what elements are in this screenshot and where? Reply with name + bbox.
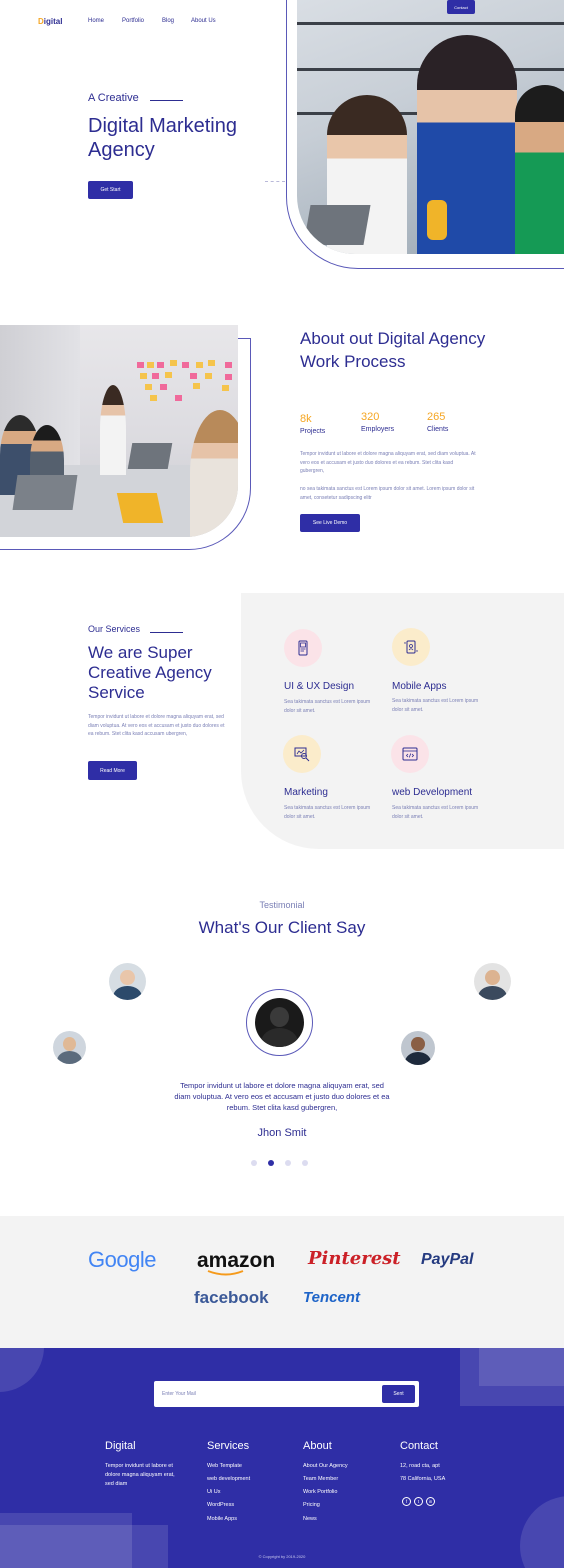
services-subtitle-line: [150, 632, 183, 633]
nav-link-portfolio[interactable]: Portfolio: [122, 18, 144, 24]
facebook-icon[interactable]: f: [402, 1497, 411, 1506]
mobile-ui-icon: [284, 629, 322, 667]
stat-clients-value: 265: [427, 411, 446, 423]
hero-subtitle-line: [150, 100, 183, 101]
client-avatar[interactable]: [401, 1031, 435, 1065]
send-button[interactable]: Sent: [382, 1385, 415, 1403]
logo[interactable]: Digital: [38, 17, 62, 26]
copyright: © Copyright by 2019-2020: [258, 1554, 306, 1559]
twitter-icon[interactable]: t: [414, 1497, 423, 1506]
carousel-dot[interactable]: [285, 1160, 291, 1166]
footer-link-work-portfolio[interactable]: Work Portfolio: [303, 1489, 337, 1495]
footer-contact-heading: Contact: [400, 1440, 438, 1452]
service-name-marketing: Marketing: [284, 787, 328, 798]
stat-projects-label: Projects: [300, 428, 326, 435]
services-subtitle: Our Services: [88, 624, 141, 634]
brand-logo-tencent: Tencent: [303, 1289, 360, 1306]
footer-link-mobile-apps[interactable]: Mobile Apps: [207, 1516, 237, 1522]
testimonial-subtitle: Testimonial: [259, 900, 305, 910]
brand-logos-section: [0, 1216, 564, 1348]
see-live-demo-button[interactable]: See Live Demo: [300, 514, 360, 532]
amazon-smile-icon: [207, 1270, 244, 1276]
contact-button[interactable]: Contact: [447, 0, 475, 14]
mobile-app-icon: [392, 628, 430, 666]
footer-digital-text: Tempor invidunt ut labore et dolore magn…: [105, 1463, 175, 1487]
services-title: We are Super Creative Agency Service: [88, 643, 212, 702]
stat-clients-label: Clients: [427, 426, 449, 433]
featured-client-avatar[interactable]: [255, 998, 304, 1047]
service-desc-web-development: Sea takimata sanctus est Lorem ipsum dol…: [392, 805, 479, 820]
carousel-dot[interactable]: [251, 1160, 257, 1166]
newsletter-form: Sent: [154, 1381, 419, 1407]
carousel-dot[interactable]: [302, 1160, 308, 1166]
stat-employers-label: Employers: [361, 426, 395, 433]
about-paragraph-1: Tempor invidunt ut labore et dolore magn…: [300, 451, 476, 474]
service-name-ui-ux: UI & UX Design: [284, 681, 355, 692]
read-more-button[interactable]: Read More: [88, 761, 137, 780]
footer-link-ui-ux[interactable]: Ui Ux: [207, 1489, 220, 1495]
client-avatar[interactable]: [53, 1031, 86, 1064]
testimonial-name: Jhon Smit: [257, 1127, 307, 1139]
logo-text: igital: [43, 17, 63, 26]
footer-link-pricing[interactable]: Pricing: [303, 1502, 320, 1508]
service-desc-mobile-apps: Sea takimata sanctus est Lorem ipsum dol…: [392, 698, 479, 713]
brand-logo-google: Google: [88, 1247, 156, 1272]
footer-link-web-template[interactable]: Web Template: [207, 1463, 242, 1469]
service-name-mobile-apps: Mobile Apps: [392, 681, 447, 692]
nav-link-blog[interactable]: Blog: [162, 18, 174, 24]
about-title: About out Digital Agency Work Process: [300, 329, 486, 371]
about-meeting-photo: [0, 325, 238, 537]
footer-address-line-1: 12, road cta, apt: [400, 1463, 440, 1469]
client-avatar[interactable]: [474, 963, 511, 1000]
footer-link-team-member[interactable]: Team Member: [303, 1476, 338, 1482]
brand-logo-pinterest: Pinterest: [308, 1248, 401, 1269]
nav-link-about-us[interactable]: About Us: [191, 18, 216, 24]
testimonial-quote: Tempor invidunt ut labore et dolore magn…: [174, 1081, 390, 1112]
hero-subtitle: A Creative: [88, 92, 139, 104]
linkedin-icon[interactable]: in: [426, 1497, 435, 1506]
service-desc-ui-ux: Sea takimata sanctus est Lorem ipsum dol…: [284, 699, 371, 714]
service-desc-marketing: Sea takimata sanctus est Lorem ipsum dol…: [284, 805, 371, 820]
hero-team-photo: [297, 0, 564, 254]
brand-logo-paypal: PayPal: [421, 1251, 474, 1268]
hero-title: Digital Marketing Agency: [88, 115, 237, 161]
email-input[interactable]: [162, 1387, 372, 1401]
footer-link-about-our-agency[interactable]: About Our Agency: [303, 1463, 348, 1469]
code-window-icon: [391, 735, 429, 773]
services-paragraph: Tempor invidunt ut labore et dolore magn…: [88, 714, 225, 737]
stat-projects-value: 8k: [300, 413, 312, 425]
stat-employers-value: 320: [361, 411, 380, 423]
footer-link-web-development[interactable]: web development: [207, 1476, 250, 1482]
get-start-button[interactable]: Get Start: [88, 181, 133, 199]
footer-digital-heading: Digital: [105, 1440, 136, 1452]
carousel-dot-active[interactable]: [268, 1160, 274, 1166]
footer-address-line-2: 78 California, USA: [400, 1476, 446, 1482]
footer-about-heading: About: [303, 1440, 332, 1452]
service-name-web-development: web Development: [392, 787, 473, 798]
testimonial-title: What's Our Client Say: [198, 918, 366, 937]
hero-divider: [265, 181, 285, 182]
footer-link-wordpress[interactable]: WordPress: [207, 1502, 234, 1508]
footer-link-news[interactable]: News: [303, 1516, 317, 1522]
footer-services-heading: Services: [207, 1440, 250, 1452]
about-paragraph-2: no sea takimata sanctus est Lorem ipsum …: [300, 486, 475, 501]
brand-logo-facebook: facebook: [194, 1288, 269, 1307]
analytics-icon: [283, 735, 321, 773]
nav-link-home[interactable]: Home: [88, 18, 104, 24]
client-avatar[interactable]: [109, 963, 146, 1000]
